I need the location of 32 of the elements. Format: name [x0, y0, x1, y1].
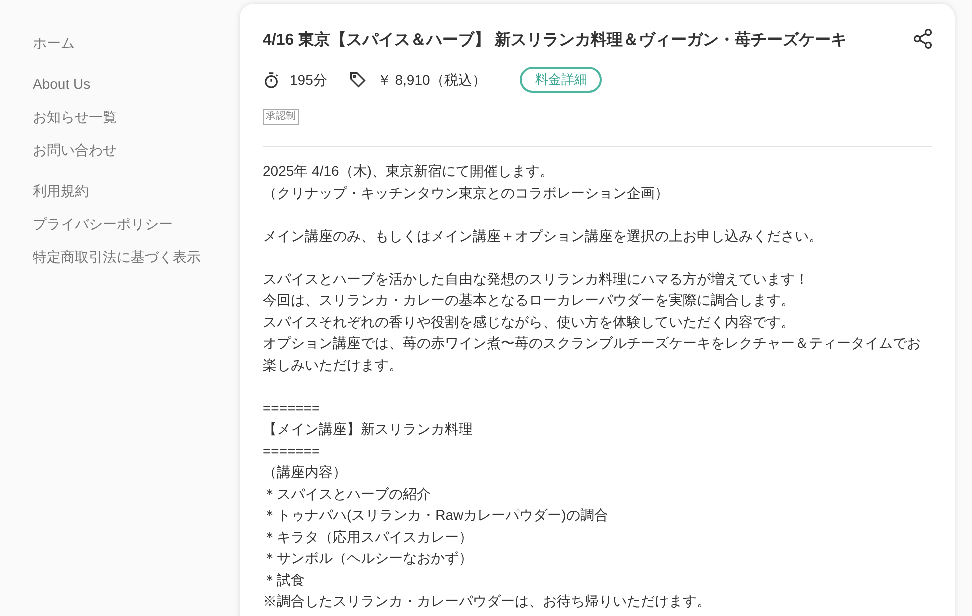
text-line: （講座内容） [263, 463, 348, 482]
text-line: スパイスとハーブを活かした自由な発想のスリランカ料理にハマる方が増えています！ [263, 270, 810, 288]
text-line: ＊試食 [263, 570, 306, 590]
text-line: メイン講座のみ、もしくはメイン講座＋オプション講座を選択の上お申し込みください。 [263, 226, 824, 246]
price: ￥ 8,910（税込） [377, 70, 486, 90]
duration: 195分 [290, 70, 328, 90]
tag-icon [349, 71, 368, 89]
event-title: 4/16 東京【スパイス＆ハーブ】 新スリランカ料理＆ヴィーガン・苺チーズケーキ [263, 30, 848, 51]
sidebar-link[interactable]: About Us [33, 73, 210, 96]
text-line: ＊キラタ（応用スパイスカレー） [263, 528, 474, 546]
sidebar-link[interactable]: お問い合わせ [33, 139, 210, 162]
text-line: 2025年 4/16（木)、東京新宿にて開催します。 [263, 162, 555, 181]
text-line: ＊トゥナパハ(スリランカ・Rawカレーパウダー)の調合 [263, 506, 610, 525]
text-line: ※調合したスリランカ・カレーパウダーは、お待ち帰りいただけます。 [263, 592, 712, 611]
sidebar-link[interactable]: 特定商取引法に基づく表示 [33, 246, 210, 269]
text-line: ======= [263, 398, 322, 418]
text-line: ======= [263, 442, 322, 460]
stopwatch-icon [263, 72, 280, 88]
sidebar-link[interactable]: ホーム [33, 32, 210, 55]
share-icon[interactable] [912, 28, 934, 50]
text-line: ＊サンボル（ヘルシーなおかず） [263, 549, 474, 568]
text-line: オプション講座では、苺の赤ワイン煮〜苺のスクランブルチーズケーキをレクチャー＆ティータイムでお楽しみいただけます。 [263, 334, 922, 374]
text-line: （クリナップ・キッチンタウン東京とのコラボレーション企画） [263, 184, 670, 202]
sidebar-link[interactable]: お知らせ一覧 [33, 106, 210, 129]
sidebar-link[interactable]: プライバシーポリシー [33, 213, 210, 236]
sidebar-link[interactable]: 利用規約 [33, 180, 210, 203]
text-line: 今回は、スリランカ・カレーの基本となるローカレーパウダーを実際に調合します。 [263, 291, 796, 310]
text-line: スパイスそれぞれの香りや役割を感じながら、使い方を体験していただく内容です。 [263, 312, 796, 332]
text-line: ＊スパイスとハーブの紹介 [263, 484, 432, 504]
approval-tag: 承認制 [263, 109, 299, 125]
price-details-button[interactable]: 料金詳細 [520, 67, 602, 93]
text-line: 【メイン講座】新スリランカ料理 [263, 420, 474, 439]
